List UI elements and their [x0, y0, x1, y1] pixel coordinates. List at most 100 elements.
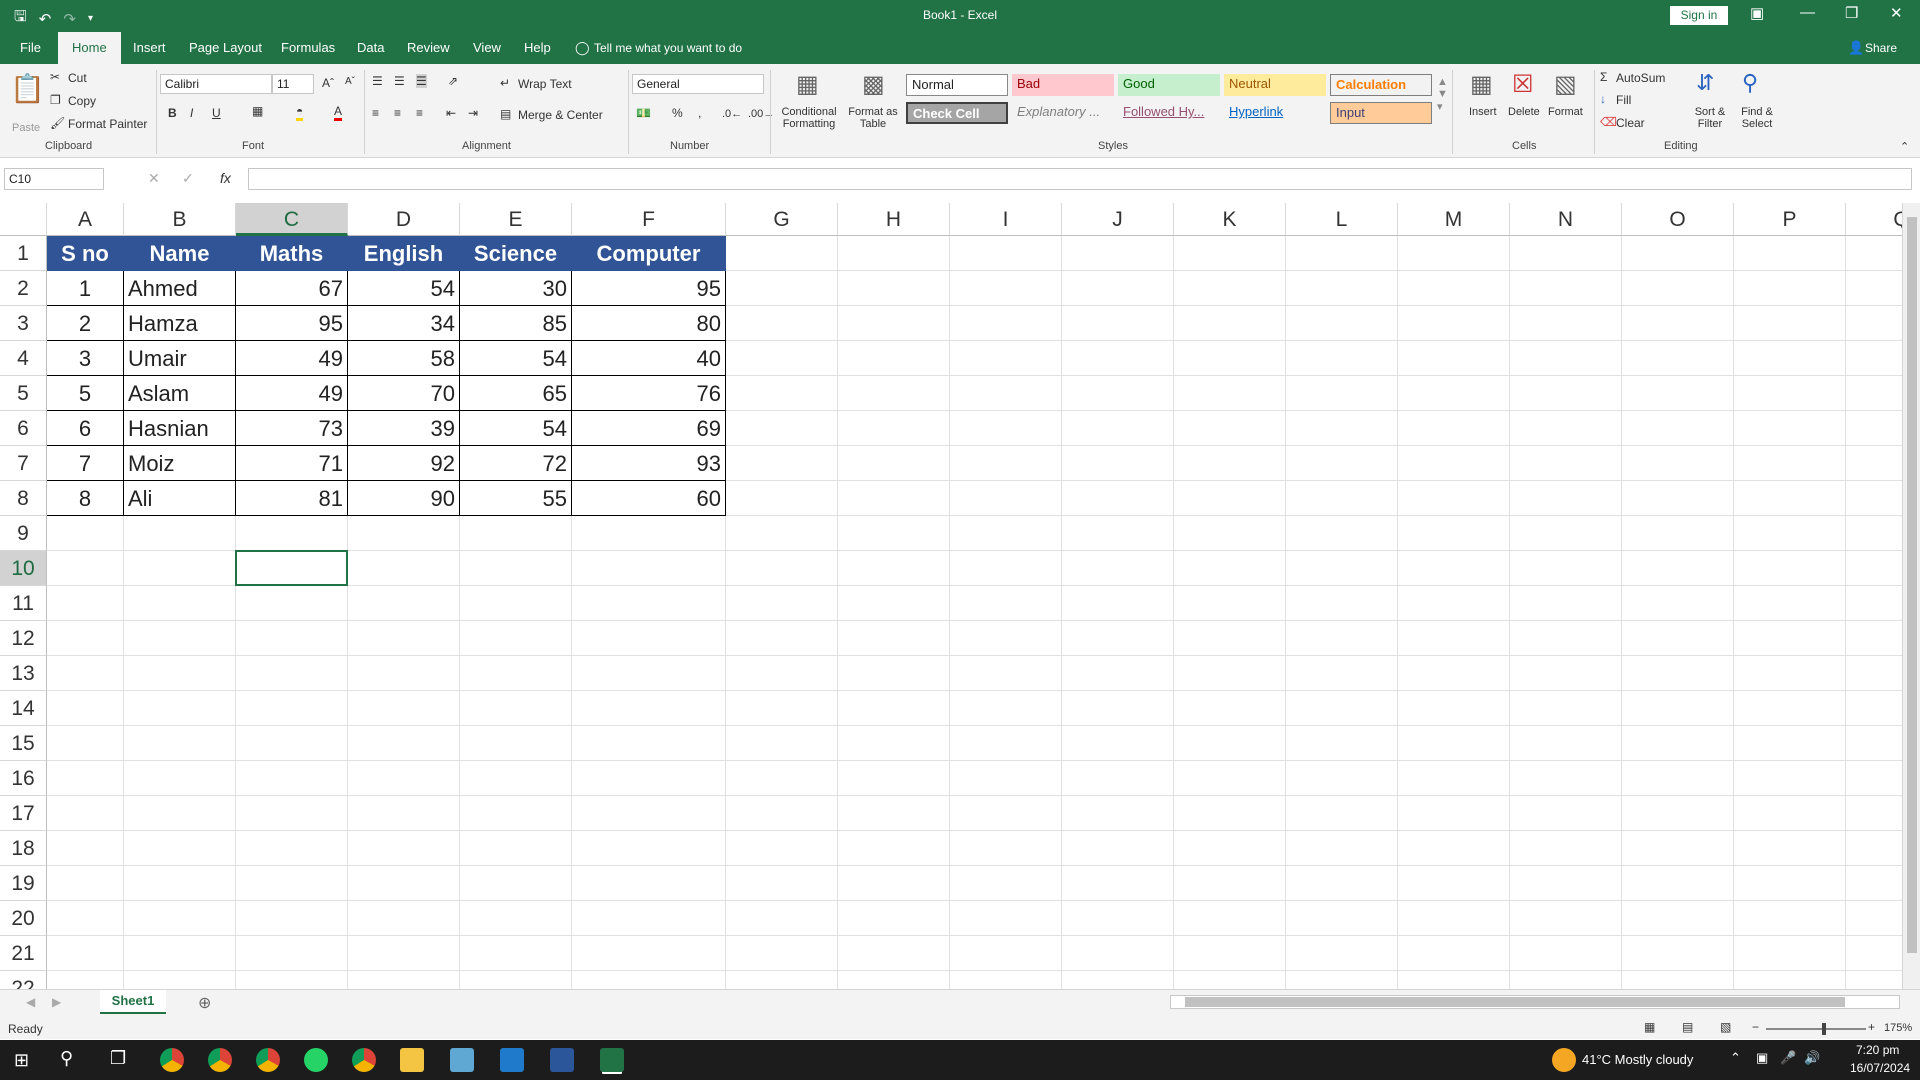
- network-icon[interactable]: ▣: [1756, 1050, 1768, 1066]
- vscode-icon[interactable]: [500, 1048, 524, 1072]
- row-header-7[interactable]: 7: [0, 446, 47, 481]
- whatsapp-icon[interactable]: [304, 1048, 328, 1072]
- italic-icon[interactable]: I: [190, 106, 193, 120]
- table-cell[interactable]: 5: [47, 376, 124, 411]
- row-header-8[interactable]: 8: [0, 481, 47, 516]
- table-cell[interactable]: 58: [348, 341, 460, 376]
- delete-cells-icon[interactable]: ☒: [1512, 70, 1534, 99]
- column-header-l[interactable]: L: [1286, 203, 1398, 236]
- style-calculation[interactable]: Calculation: [1330, 74, 1432, 96]
- table-header-cell[interactable]: Maths: [236, 236, 348, 271]
- table-cell[interactable]: 60: [572, 481, 726, 516]
- fill-color-icon[interactable]: ◓: [296, 104, 304, 121]
- sheet-tab-sheet1[interactable]: Sheet1: [100, 990, 166, 1014]
- table-header-cell[interactable]: Science: [460, 236, 572, 271]
- copy-button[interactable]: Copy: [68, 94, 96, 108]
- conditional-formatting-icon[interactable]: ▦: [796, 70, 819, 99]
- new-sheet-icon[interactable]: ⊕: [198, 993, 211, 1013]
- fill-button[interactable]: Fill: [1616, 93, 1631, 107]
- style-good[interactable]: Good: [1118, 74, 1220, 96]
- scrollbar-thumb[interactable]: [1185, 997, 1845, 1007]
- table-cell[interactable]: 93: [572, 446, 726, 481]
- table-cell[interactable]: Aslam: [124, 376, 236, 411]
- find-select-icon[interactable]: ⚲: [1742, 70, 1758, 96]
- table-cell[interactable]: 76: [572, 376, 726, 411]
- number-format-combo[interactable]: General: [632, 74, 764, 94]
- table-cell[interactable]: Ahmed: [124, 271, 236, 306]
- format-as-table-button[interactable]: Format as Table: [844, 106, 902, 130]
- ribbon-display-options-icon[interactable]: ▣: [1750, 4, 1764, 22]
- fill-icon[interactable]: ↓: [1600, 92, 1606, 106]
- tab-review[interactable]: Review: [407, 40, 450, 55]
- horizontal-scrollbar[interactable]: [1170, 995, 1900, 1009]
- table-header-cell[interactable]: Name: [124, 236, 236, 271]
- style-followed-hyperlink[interactable]: Followed Hy...: [1118, 102, 1220, 124]
- clock-time[interactable]: 7:20 pm: [1856, 1043, 1899, 1057]
- word-icon[interactable]: [550, 1048, 574, 1072]
- font-size-combo[interactable]: 11: [272, 74, 314, 94]
- table-cell[interactable]: 85: [460, 306, 572, 341]
- autosum-button[interactable]: AutoSum: [1616, 71, 1665, 85]
- microphone-icon[interactable]: 🎤: [1780, 1050, 1796, 1066]
- windows-start-icon[interactable]: ⊞: [14, 1050, 29, 1071]
- chrome-alt-icon[interactable]: [256, 1048, 280, 1072]
- bottom-align-icon[interactable]: ☰: [416, 74, 427, 88]
- restore-icon[interactable]: ❐: [1845, 4, 1858, 22]
- row-header-6[interactable]: 6: [0, 411, 47, 446]
- align-right-icon[interactable]: ≡: [416, 106, 423, 120]
- tell-me-search[interactable]: Tell me what you want to do: [594, 41, 742, 55]
- wrap-text-icon[interactable]: ↵: [500, 76, 510, 90]
- format-painter-icon[interactable]: 🖌: [50, 116, 65, 130]
- merge-center-button[interactable]: Merge & Center: [518, 108, 603, 122]
- share-icon[interactable]: 👤: [1848, 40, 1864, 56]
- insert-function-icon[interactable]: fx: [220, 170, 231, 186]
- column-header-j[interactable]: J: [1062, 203, 1174, 236]
- table-header-cell[interactable]: English: [348, 236, 460, 271]
- conditional-formatting-button[interactable]: Conditional Formatting: [776, 106, 842, 130]
- table-cell[interactable]: 54: [348, 271, 460, 306]
- sign-in-button[interactable]: Sign in: [1670, 6, 1728, 25]
- top-align-icon[interactable]: ☰: [372, 74, 383, 88]
- row-header-20[interactable]: 20: [0, 901, 47, 936]
- column-header-i[interactable]: I: [950, 203, 1062, 236]
- name-box[interactable]: C10: [4, 168, 104, 190]
- table-cell[interactable]: 2: [47, 306, 124, 341]
- weather-text[interactable]: 41°C Mostly cloudy: [1582, 1052, 1693, 1067]
- tab-file[interactable]: File: [20, 40, 41, 55]
- search-icon[interactable]: ⚲: [60, 1048, 73, 1069]
- align-left-icon[interactable]: ≡: [372, 106, 379, 120]
- tab-help[interactable]: Help: [524, 40, 551, 55]
- chrome-profile-icon[interactable]: [208, 1048, 232, 1072]
- table-header-cell[interactable]: S no: [47, 236, 124, 271]
- clock-date[interactable]: 16/07/2024: [1850, 1061, 1910, 1075]
- zoom-level[interactable]: 175%: [1884, 1022, 1912, 1034]
- table-cell[interactable]: 92: [348, 446, 460, 481]
- column-header-o[interactable]: O: [1622, 203, 1734, 236]
- style-neutral[interactable]: Neutral: [1224, 74, 1326, 96]
- insert-cells-button[interactable]: Insert: [1469, 106, 1497, 118]
- percent-style-icon[interactable]: %: [672, 106, 683, 120]
- scroll-sheets-left-icon[interactable]: ◀: [26, 995, 35, 1009]
- accounting-format-icon[interactable]: 💵: [636, 106, 651, 120]
- table-cell[interactable]: 3: [47, 341, 124, 376]
- align-center-icon[interactable]: ≡: [394, 106, 401, 120]
- table-cell[interactable]: 40: [572, 341, 726, 376]
- increase-decimal-icon[interactable]: .0←: [722, 108, 742, 120]
- sort-filter-button[interactable]: Sort & Filter: [1690, 106, 1730, 130]
- chrome-icon[interactable]: [160, 1048, 184, 1072]
- orientation-icon[interactable]: ⇗: [448, 74, 458, 88]
- row-header-10[interactable]: 10: [0, 551, 47, 586]
- format-cells-button[interactable]: Format: [1548, 106, 1583, 118]
- chrome-another-icon[interactable]: [352, 1048, 376, 1072]
- table-cell[interactable]: 8: [47, 481, 124, 516]
- row-header-1[interactable]: 1: [0, 236, 47, 271]
- row-header-19[interactable]: 19: [0, 866, 47, 901]
- sort-filter-icon[interactable]: ⇵: [1696, 70, 1714, 96]
- excel-icon[interactable]: [600, 1048, 624, 1072]
- copy-icon[interactable]: ❐: [50, 93, 61, 107]
- row-header-15[interactable]: 15: [0, 726, 47, 761]
- grow-font-icon[interactable]: Aˆ: [322, 76, 334, 90]
- column-header-g[interactable]: G: [726, 203, 838, 236]
- table-cell[interactable]: Hamza: [124, 306, 236, 341]
- task-view-icon[interactable]: ❐: [110, 1048, 126, 1069]
